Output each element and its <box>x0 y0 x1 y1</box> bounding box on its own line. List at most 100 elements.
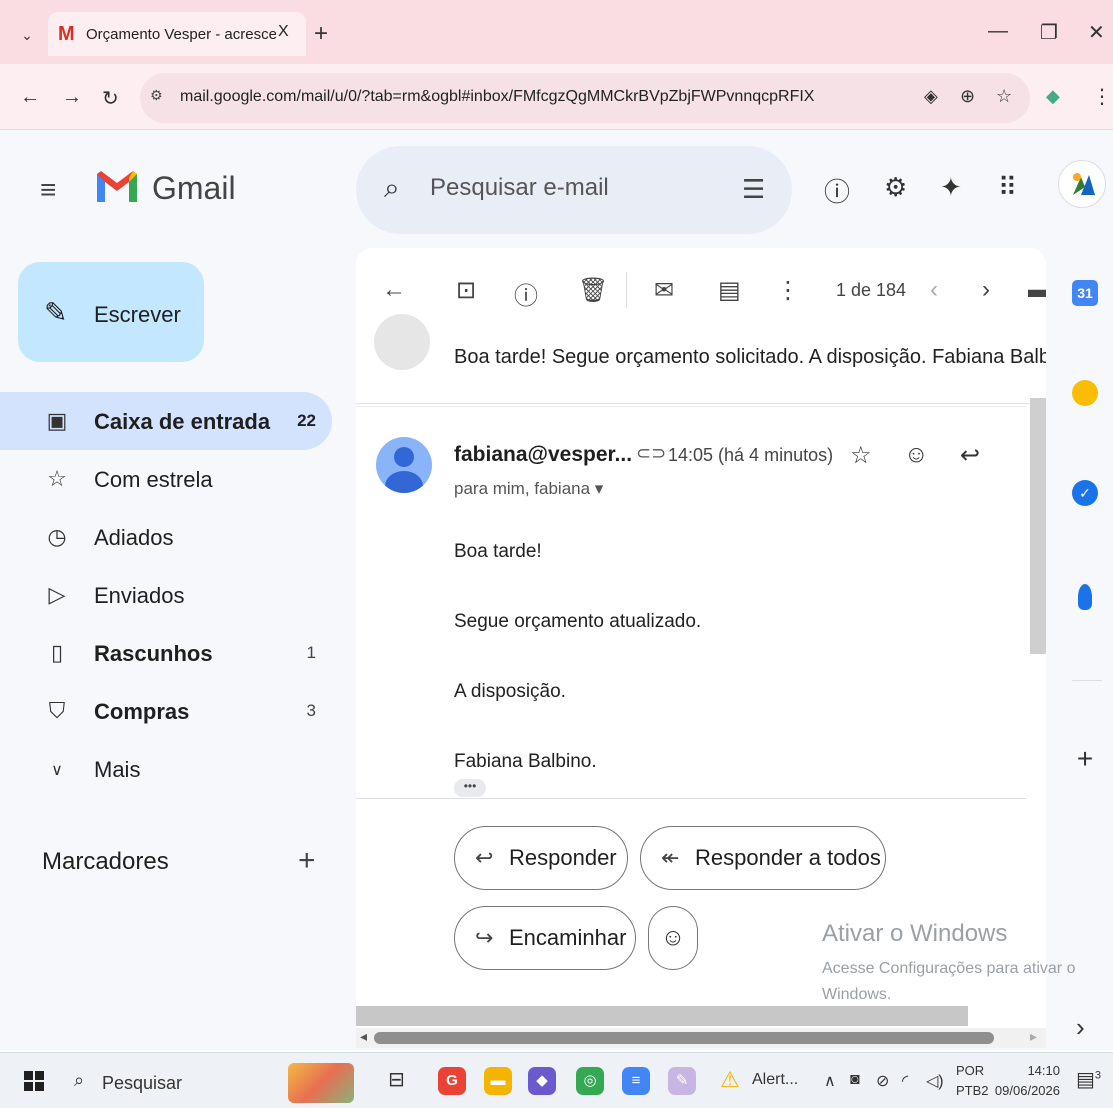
add-label-button[interactable]: + <box>298 844 316 878</box>
sidebar-item-starred[interactable]: ☆ Com estrela <box>0 450 332 508</box>
battery-icon[interactable]: ⊘ <box>876 1071 889 1091</box>
language-indicator[interactable]: POR PTB2 <box>956 1061 989 1101</box>
wifi-icon[interactable]: ◜ <box>902 1071 908 1091</box>
chrome-profile-icon[interactable]: G <box>438 1067 466 1095</box>
collapsed-message[interactable]: Boa tarde! Segue orçamento solicitado. A… <box>356 314 1046 404</box>
tasks-icon[interactable]: ✓ <box>1072 480 1098 506</box>
windows-start-icon[interactable] <box>24 1071 44 1091</box>
sidebar-item-sent[interactable]: ▷ Enviados <box>0 566 332 624</box>
sender-name[interactable]: fabiana@vesper... <box>454 443 632 467</box>
newer-chevron-icon[interactable]: ‹ <box>930 276 938 304</box>
reply-all-button[interactable]: ↞ Responder a todos <box>640 826 886 890</box>
scroll-right-icon[interactable]: ▸ <box>1030 1028 1037 1045</box>
message-time: 14:05 (há 4 minutos) <box>668 445 834 465</box>
show-trimmed-content-button[interactable]: ••• <box>454 779 486 797</box>
sidebar-item-snoozed[interactable]: ◷ Adiados <box>0 508 332 566</box>
message-snippet: Boa tarde! Segue orçamento solicitado. A… <box>454 346 1046 368</box>
back-icon[interactable]: ← <box>20 86 40 109</box>
omnibox[interactable]: ⚙ mail.google.com/mail/u/0/?tab=rm&ogbl#… <box>140 73 1030 123</box>
chrome-icon[interactable]: ◎ <box>576 1067 604 1095</box>
input-tools-icon[interactable]: ▬ <box>1028 276 1046 304</box>
gemini-sparkle-icon[interactable]: ✦ <box>940 172 962 203</box>
reload-icon[interactable]: ↻ <box>102 86 119 111</box>
message-body-line: Segue orçamento atualizado. <box>454 611 702 632</box>
meet-icon[interactable]: ◙ <box>850 1071 860 1089</box>
account-avatar[interactable] <box>1058 160 1106 208</box>
more-actions-icon[interactable]: ⋮ <box>776 276 800 305</box>
reply-all-icon: ↞ <box>661 845 680 870</box>
reply-button[interactable]: ↩ Responder <box>454 826 628 890</box>
new-tab-button[interactable]: + <box>314 20 328 48</box>
volume-icon[interactable]: ◁) <box>926 1071 944 1091</box>
docs-icon[interactable]: ≡ <box>622 1067 650 1095</box>
help-icon[interactable]: ⓘ <box>824 172 850 209</box>
zoom-icon[interactable]: ⊕ <box>960 86 975 107</box>
search-options-icon[interactable]: ☰ <box>742 174 765 205</box>
sidebar-item-label: Compras <box>94 699 190 724</box>
sidebar-item-purchases[interactable]: ⛉ Compras 3 <box>0 682 332 740</box>
attachment-icon: ⊂⊃ <box>636 443 667 463</box>
taskbar-search-label: Pesquisar <box>102 1073 183 1093</box>
expand-side-panel-icon[interactable]: › <box>1076 1012 1085 1043</box>
avatar-head <box>394 447 414 467</box>
reply-icon[interactable]: ↩ <box>960 441 980 470</box>
get-addons-icon[interactable]: + <box>1072 745 1098 773</box>
forward-button[interactable]: ↪ Encaminhar <box>454 906 636 970</box>
search-icon[interactable]: ⌕ <box>384 172 400 205</box>
report-spam-icon[interactable]: ⓘ <box>514 276 538 311</box>
bookmark-star-icon[interactable]: ☆ <box>996 86 1012 107</box>
main-menu-icon[interactable]: ≡ <box>40 174 56 206</box>
tab-close-icon[interactable]: X <box>278 23 289 41</box>
delete-icon[interactable]: 🗑 <box>578 276 608 305</box>
pagination-text: 1 de 184 <box>836 280 907 300</box>
task-view-icon[interactable]: ⊟ <box>388 1067 405 1092</box>
restore-icon[interactable]: ❐ <box>1040 20 1058 45</box>
mark-unread-icon[interactable]: ✉ <box>654 276 674 305</box>
forward-icon[interactable]: → <box>62 86 82 109</box>
scroll-left-icon[interactable]: ◂ <box>360 1028 367 1045</box>
horizontal-scrollbar[interactable]: ◂ ▸ <box>356 1028 1046 1048</box>
compose-label: Escrever <box>94 302 181 327</box>
browser-menu-icon[interactable]: ⋮ <box>1092 84 1112 109</box>
back-to-inbox-icon[interactable]: ← <box>382 276 406 304</box>
window-close-icon[interactable]: ✕ <box>1088 20 1105 45</box>
side-panel-divider <box>1072 680 1102 681</box>
recipients[interactable]: para mim, fabiana ▾ <box>454 479 603 499</box>
keep-icon[interactable] <box>1072 380 1098 406</box>
sidebar-item-more[interactable]: ∨ Mais <box>0 740 332 798</box>
sidebar-item-inbox[interactable]: ▣ Caixa de entrada 22 <box>0 392 332 450</box>
older-chevron-icon[interactable]: › <box>982 276 990 304</box>
alert-app-label[interactable]: Alert... <box>752 1071 798 1089</box>
browser-tab[interactable]: M Orçamento Vesper - acrescerjur X <box>48 12 306 56</box>
tab-search-chevron-icon[interactable]: ⌄ <box>14 22 40 48</box>
move-to-icon[interactable]: ▤ <box>718 276 741 305</box>
reply-arrow-icon: ↩ <box>475 845 494 870</box>
archive-icon[interactable]: ⊡ <box>456 276 476 305</box>
copilot-icon[interactable]: ◆ <box>528 1067 556 1095</box>
file-explorer-icon[interactable]: ▬ <box>484 1067 512 1095</box>
sidebar-item-drafts[interactable]: ▯ Rascunhos 1 <box>0 624 332 682</box>
emoji-reaction-icon[interactable]: ☺ <box>904 441 929 469</box>
apps-grid-icon[interactable]: ⠿ <box>998 172 1017 203</box>
calendar-icon[interactable]: 31 <box>1072 280 1098 306</box>
taskbar-search[interactable]: ⌕ Pesquisar <box>66 1061 366 1103</box>
show-hidden-icons-icon[interactable]: ∧ <box>824 1071 836 1091</box>
notification-center-icon[interactable]: ▤3 <box>1076 1067 1101 1092</box>
sidebar-item-label: Rascunhos <box>94 641 213 666</box>
scrollbar-thumb[interactable] <box>374 1032 994 1044</box>
minimize-icon[interactable]: — <box>988 20 1008 43</box>
paint-icon[interactable]: ✎ <box>668 1067 696 1095</box>
vertical-scrollbar[interactable] <box>1030 398 1046 654</box>
windows-activation-watermark: Ativar o Windows Acesse Configurações pa… <box>822 920 1092 1008</box>
emoji-react-button[interactable]: ☺ <box>648 906 698 970</box>
compose-button[interactable]: ✎ Escrever <box>18 262 204 362</box>
system-clock[interactable]: 14:10 09/06/2026 <box>994 1061 1060 1101</box>
lens-icon[interactable]: ◈ <box>924 86 938 107</box>
site-info-icon[interactable]: ⚙ <box>150 87 163 104</box>
profile-icon[interactable]: ◆ <box>1046 86 1060 107</box>
contacts-icon[interactable] <box>1078 584 1092 610</box>
settings-gear-icon[interactable]: ⚙ <box>884 172 907 203</box>
star-icon[interactable]: ☆ <box>850 441 872 470</box>
url-text[interactable]: mail.google.com/mail/u/0/?tab=rm&ogbl#in… <box>180 88 814 106</box>
search-input[interactable] <box>430 174 720 202</box>
